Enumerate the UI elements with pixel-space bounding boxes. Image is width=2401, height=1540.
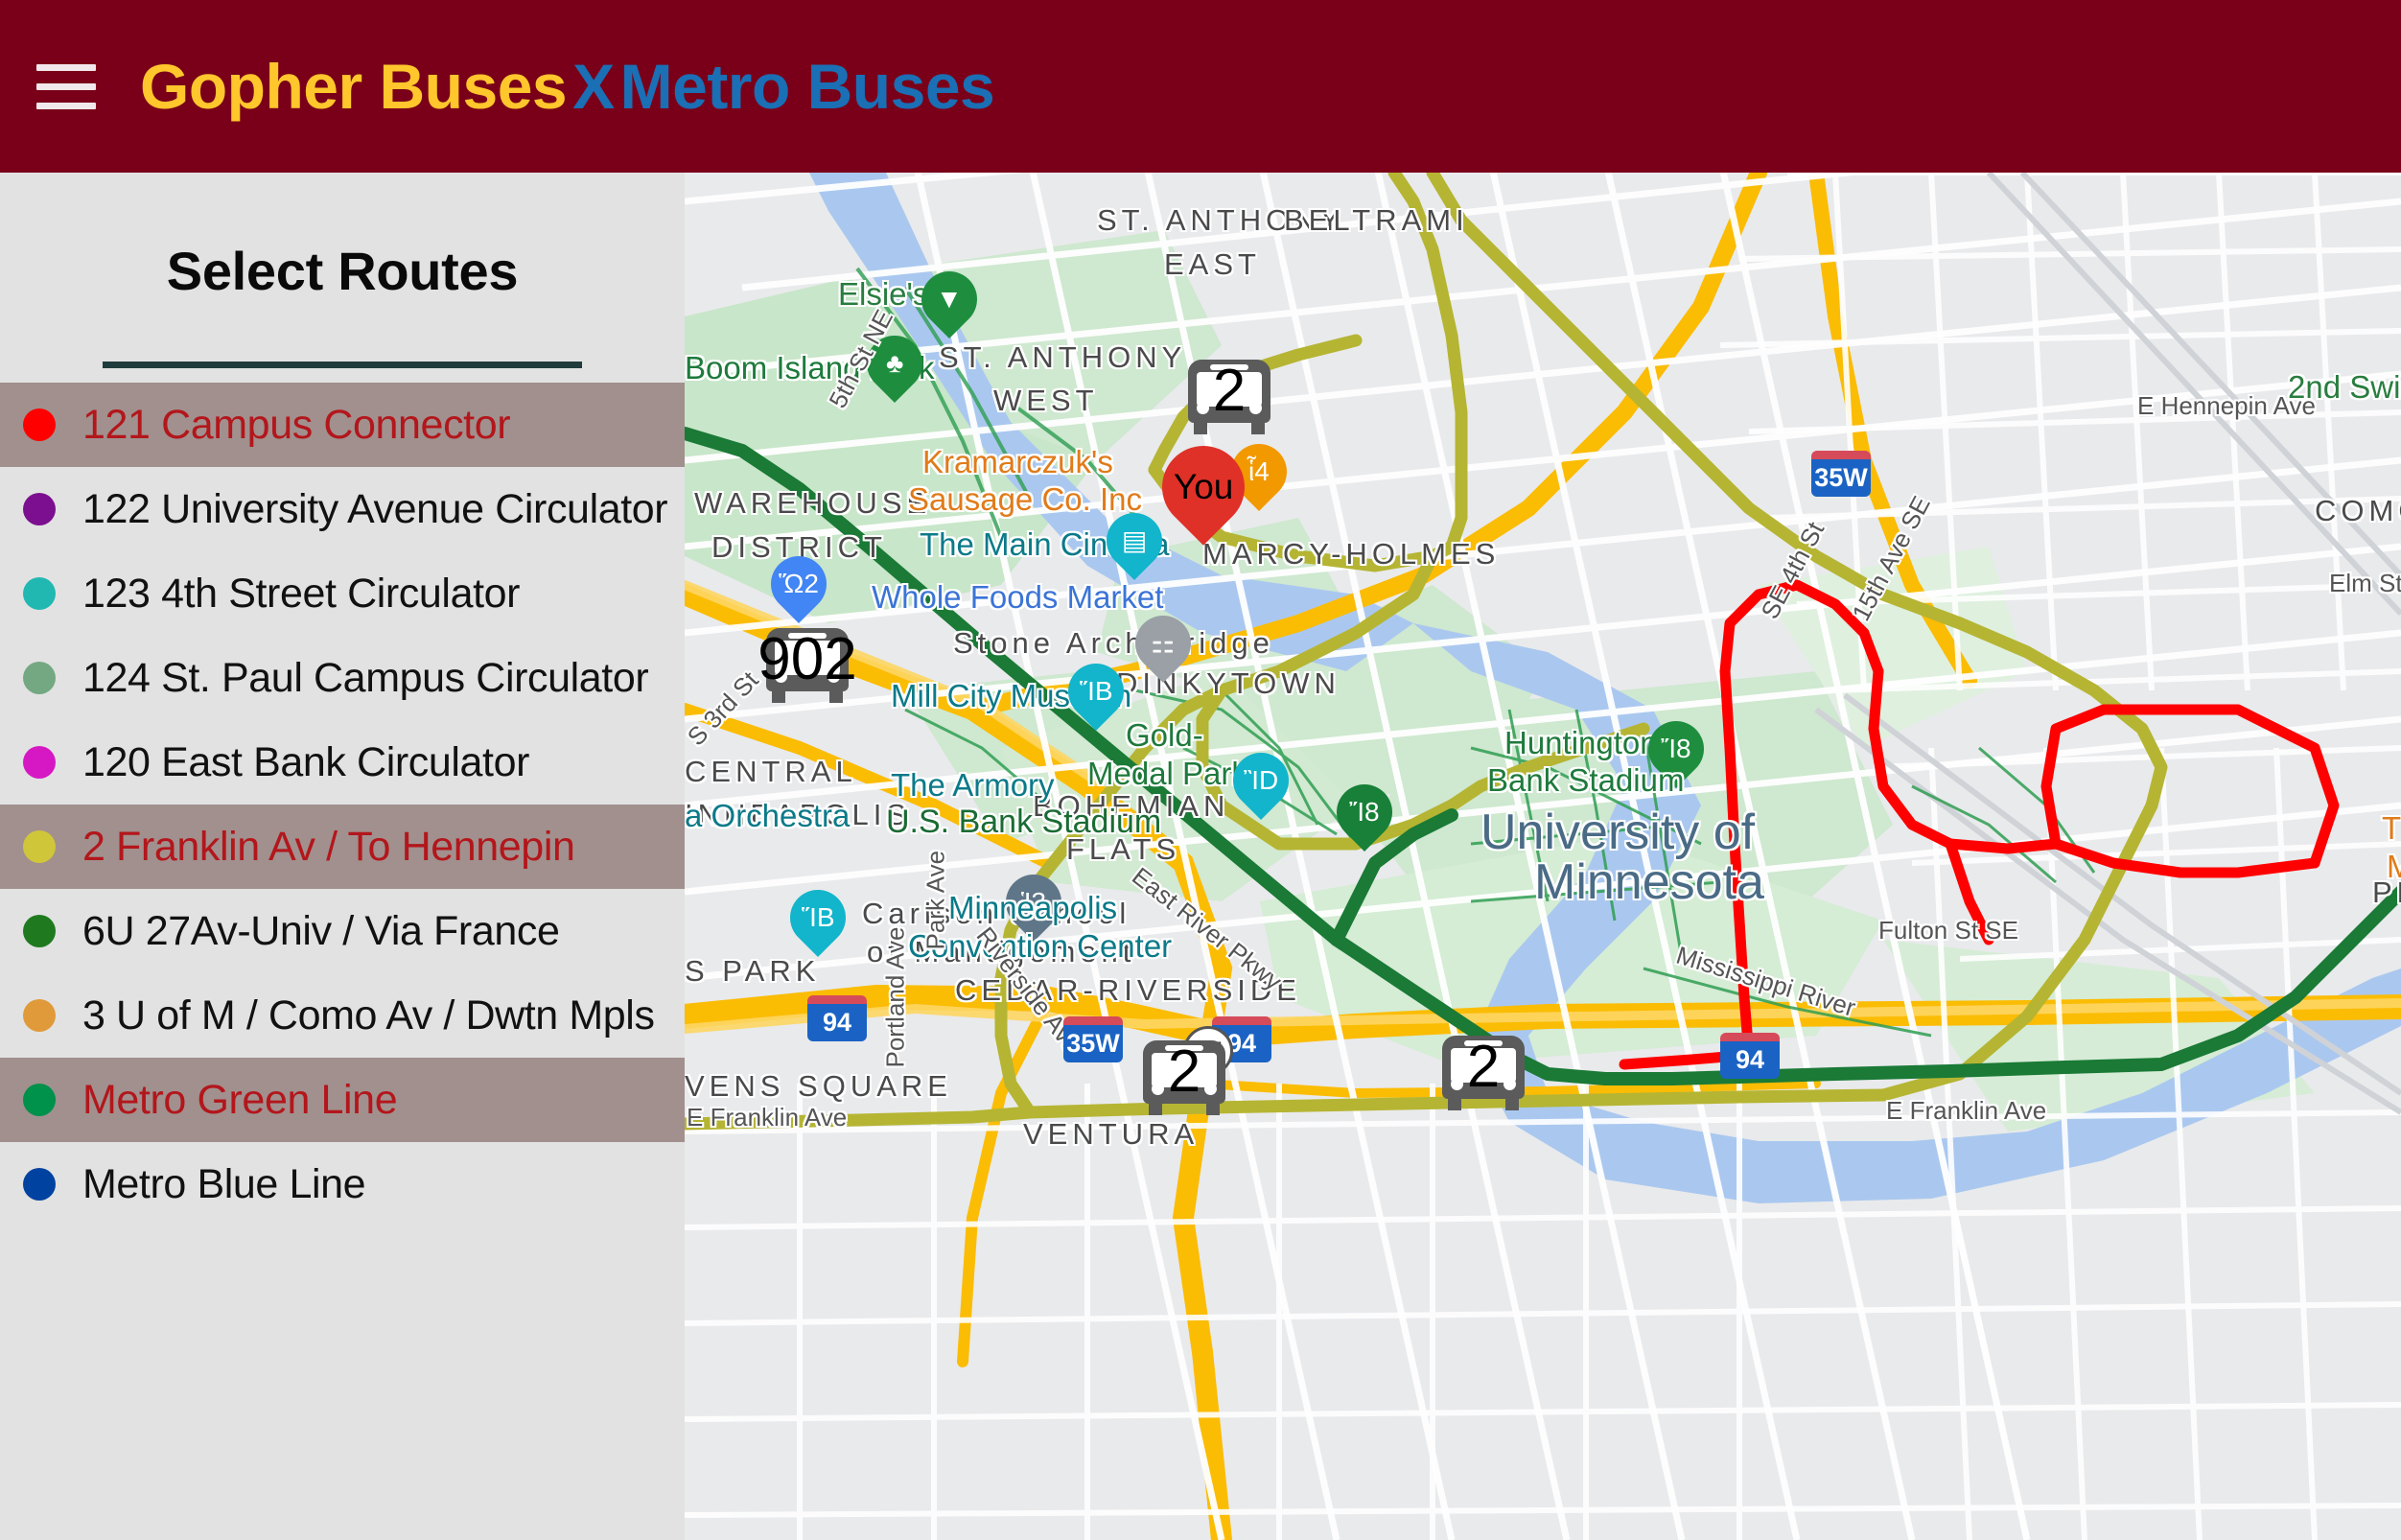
map-pin-glyph-icon: Ὥ2 — [779, 569, 819, 599]
route-color-dot-icon — [23, 1084, 56, 1116]
route-list-item[interactable]: 121 Campus Connector — [0, 383, 685, 467]
bus-vehicle-marker[interactable]: 2 — [1143, 1040, 1225, 1115]
route-color-dot-icon — [23, 999, 56, 1032]
map-pin-glyph-icon: Ἴ8 — [1349, 797, 1380, 827]
route-color-dot-icon — [23, 493, 56, 525]
route-list-item[interactable]: 122 University Avenue Circulator — [0, 467, 685, 551]
app-header: Gopher BusesXMetro Buses — [0, 0, 2401, 173]
bus-leg-icon — [1149, 1102, 1162, 1115]
highway-shield-icon: 94 — [807, 995, 867, 1041]
map-pin-glyph-icon: ▼ — [936, 284, 963, 314]
route-list-item[interactable]: Metro Green Line — [0, 1058, 685, 1142]
route-color-dot-icon — [23, 746, 56, 779]
map-pin-glyph-icon: ἷ4 — [1248, 456, 1270, 487]
route-color-dot-icon — [23, 662, 56, 694]
bus-wheel-icon — [1504, 1078, 1516, 1090]
sidebar-divider — [103, 362, 582, 368]
map-pin-glyph-icon: ▤ — [1121, 525, 1148, 555]
highway-shield-icon: 35W — [1811, 451, 1871, 497]
route-label: 3 U of M / Como Av / Dwtn Mpls — [82, 992, 655, 1038]
route-list: 121 Campus Connector 122 University Avenu… — [0, 383, 685, 1226]
map-pin-glyph-icon: ἽB — [1079, 676, 1113, 707]
hamburger-menu-icon[interactable] — [36, 53, 104, 120]
brand-gopher-buses: Gopher Buses — [140, 51, 568, 122]
map-pin-glyph-icon: ἽB — [801, 902, 835, 933]
bus-route-number: 2 — [1466, 1034, 1501, 1100]
route-list-item[interactable]: 124 St. Paul Campus Circulator — [0, 636, 685, 720]
route-label: 122 University Avenue Circulator — [82, 485, 668, 532]
map-pin-glyph-icon: ἺD — [1243, 765, 1279, 796]
bus-leg-icon — [1251, 421, 1265, 434]
bus-wheel-icon — [1249, 402, 1262, 414]
bus-wheel-icon — [1197, 402, 1209, 414]
map-pin-glyph-icon: Ἱ3 — [1020, 887, 1047, 917]
highway-shield-icon: 35W — [1063, 1016, 1123, 1062]
map-pin-glyph-icon: ⚏ — [1151, 628, 1176, 659]
route-color-dot-icon — [23, 408, 56, 441]
route-label: 121 Campus Connector — [82, 401, 511, 448]
route-label: 2 Franklin Av / To Hennepin — [82, 823, 575, 870]
hamburger-bar — [36, 82, 96, 90]
map-canvas — [685, 173, 2401, 1540]
route-color-dot-icon — [23, 915, 56, 947]
bus-vehicle-marker[interactable]: 2 — [1442, 1036, 1525, 1110]
bus-vehicle-marker[interactable]: 2 — [1188, 360, 1270, 434]
route-label: 120 East Bank Circulator — [82, 738, 530, 785]
route-list-item[interactable]: Metro Blue Line — [0, 1142, 685, 1226]
hamburger-bar — [36, 102, 96, 109]
route-sidebar: Select Routes 121 Campus Connector 122 Un… — [0, 173, 685, 1540]
hamburger-bar — [36, 63, 96, 71]
route-label: 124 St. Paul Campus Circulator — [82, 654, 649, 701]
bus-leg-icon — [1448, 1097, 1461, 1110]
route-color-dot-icon — [23, 1168, 56, 1201]
route-color-dot-icon — [23, 830, 56, 863]
bus-leg-icon — [1194, 421, 1207, 434]
route-list-item[interactable]: 120 East Bank Circulator — [0, 720, 685, 805]
route-label: Metro Blue Line — [82, 1160, 366, 1207]
bus-route-number: 2 — [1212, 358, 1247, 424]
map-view[interactable]: ST. ANTHONY EAST BELTRAMI ST. ANTHONY WEST CO… — [685, 173, 2401, 1540]
route-list-item[interactable]: 3 U of M / Como Av / Dwtn Mpls — [0, 973, 685, 1058]
bus-leg-icon — [1206, 1102, 1220, 1115]
bus-wheel-icon — [1204, 1083, 1217, 1095]
bus-route-number: 2 — [1167, 1038, 1201, 1105]
route-label: Metro Green Line — [82, 1076, 398, 1123]
bus-wheel-icon — [1152, 1083, 1164, 1095]
bus-route-number: 902 — [758, 626, 857, 692]
page-title: Gopher BusesXMetro Buses — [140, 55, 995, 118]
bus-wheel-icon — [1451, 1078, 1463, 1090]
brand-x-separator: X — [572, 51, 615, 122]
bus-leg-icon — [1505, 1097, 1519, 1110]
route-list-item[interactable]: 6U 27Av-Univ / Via France — [0, 889, 685, 973]
bus-vehicle-marker[interactable]: 902 — [758, 628, 857, 703]
brand-metro-buses: Metro Buses — [619, 51, 995, 122]
route-label: 123 4th Street Circulator — [82, 570, 521, 617]
route-list-item[interactable]: 123 4th Street Circulator — [0, 551, 685, 636]
map-pin-glyph-icon: ♣ — [885, 348, 904, 378]
highway-shield-icon: 94 — [1720, 1033, 1780, 1079]
you-marker-label: You — [1173, 467, 1234, 506]
route-label: 6U 27Av-Univ / Via France — [82, 907, 560, 954]
sidebar-heading: Select Routes — [166, 241, 519, 301]
route-color-dot-icon — [23, 577, 56, 610]
route-list-item[interactable]: 2 Franklin Av / To Hennepin — [0, 805, 685, 889]
map-pin-glyph-icon: Ἴ8 — [1661, 734, 1691, 763]
